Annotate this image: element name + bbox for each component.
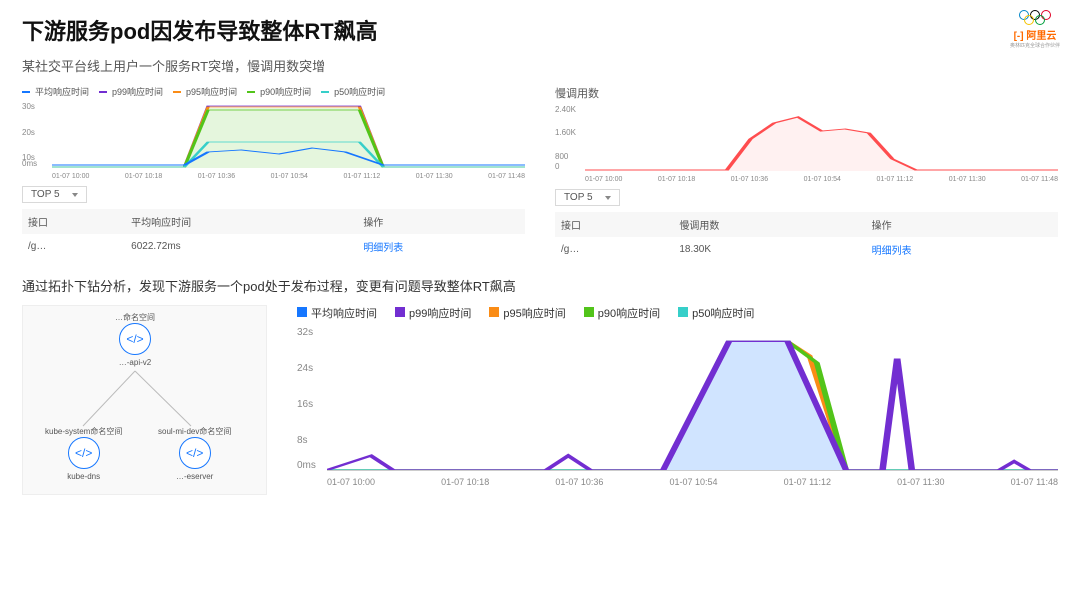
x-tick: 01-07 10:36 <box>555 477 603 487</box>
topo-ns-label: soul-mi-dev命名空间 <box>158 426 231 437</box>
y-tick: 0ms <box>22 159 37 168</box>
olympic-rings-icon <box>1010 15 1060 25</box>
x-tick: 01-07 11:48 <box>1011 477 1058 487</box>
code-icon: </> <box>119 323 151 355</box>
table-row: /g… 18.30K 明细列表 <box>555 237 1058 262</box>
y-tick: 16s <box>297 399 313 410</box>
col-slow-count: 慢调用数 <box>673 212 865 237</box>
x-tick: 01-07 11:48 <box>1021 176 1058 183</box>
legend-p99: p99响应时间 <box>409 308 471 320</box>
y-tick: 30s <box>22 102 35 111</box>
x-tick: 01-07 11:30 <box>949 176 986 183</box>
x-tick: 01-07 11:30 <box>897 477 944 487</box>
y-tick: 0ms <box>297 460 316 471</box>
col-api: 接口 <box>555 212 673 237</box>
x-tick: 01-07 10:00 <box>52 173 89 180</box>
y-tick: 32s <box>297 327 313 338</box>
x-tick: 01-07 10:54 <box>804 176 841 183</box>
table-row: /g… 6022.72ms 明细列表 <box>22 234 525 259</box>
x-tick: 01-07 10:18 <box>658 176 695 183</box>
page-title: 下游服务pod因发布导致整体RT飙高 <box>22 14 1058 46</box>
col-avg-rt: 平均响应时间 <box>125 209 357 234</box>
x-tick: 01-07 10:00 <box>327 477 375 487</box>
select-value: TOP 5 <box>564 192 593 203</box>
topo-node-root[interactable]: …命名空间 </> …-api-v2 <box>115 312 155 367</box>
cell-api: /g… <box>555 237 673 262</box>
rt-legend: 平均响应时间 p99响应时间 p95响应时间 p90响应时间 p50响应时间 <box>22 85 525 98</box>
rt-table: 接口 平均响应时间 操作 /g… 6022.72ms 明细列表 <box>22 209 525 259</box>
topo-node-eserver[interactable]: soul-mi-dev命名空间 </> …-eserver <box>158 426 231 481</box>
pod-rt-panel: 平均响应时间 p99响应时间 p95响应时间 p90响应时间 p50响应时间 3… <box>297 305 1058 495</box>
legend-p50: p50响应时间 <box>692 308 754 320</box>
topo-name-label: kube-dns <box>45 472 122 481</box>
slow-calls-chart: 2.40K 1.60K 800 0 01-07 10:00 01-07 10:1… <box>555 105 1058 183</box>
slow-calls-panel: 慢调用数 2.40K 1.60K 800 0 01-07 10:00 01-07… <box>555 85 1058 262</box>
pod-rt-chart <box>327 327 1058 471</box>
x-tick: 01-07 11:48 <box>488 173 525 180</box>
y-tick: 0 <box>555 162 559 171</box>
legend-p90: p90响应时间 <box>260 85 311 98</box>
aliyun-tagline: 奥林匹克全球合作伙伴 <box>1010 42 1060 49</box>
code-icon: </> <box>68 437 100 469</box>
y-tick: 2.40K <box>555 105 576 114</box>
y-tick: 1.60K <box>555 128 576 137</box>
aliyun-logo: [-] 阿里云 <box>1010 27 1060 42</box>
topo-name-label: …-eserver <box>158 472 231 481</box>
legend-p50: p50响应时间 <box>334 85 385 98</box>
col-api: 接口 <box>22 209 125 234</box>
code-icon: </> <box>179 437 211 469</box>
legend-p99: p99响应时间 <box>112 85 163 98</box>
page-subtitle: 某社交平台线上用户一个服务RT突增，慢调用数突增 <box>22 56 1058 75</box>
col-action: 操作 <box>866 212 1058 237</box>
y-tick: 8s <box>297 435 308 446</box>
x-tick: 01-07 11:30 <box>416 173 453 180</box>
cell-count: 18.30K <box>673 237 865 262</box>
top-n-select-right[interactable]: TOP 5 <box>555 189 620 206</box>
topo-ns-label: …命名空间 <box>115 312 155 323</box>
x-tick: 01-07 11:12 <box>784 477 831 487</box>
x-tick: 01-07 11:12 <box>343 173 380 180</box>
topo-ns-label: kube-system命名空间 <box>45 426 122 437</box>
x-tick: 01-07 10:18 <box>125 173 162 180</box>
topo-node-kube-dns[interactable]: kube-system命名空间 </> kube-dns <box>45 426 122 481</box>
x-tick: 01-07 10:18 <box>441 477 489 487</box>
slow-calls-table: 接口 慢调用数 操作 /g… 18.30K 明细列表 <box>555 212 1058 262</box>
x-tick: 01-07 11:12 <box>876 176 913 183</box>
y-tick: 24s <box>297 363 313 374</box>
cell-rt: 6022.72ms <box>125 234 357 259</box>
chevron-down-icon <box>72 193 78 197</box>
y-tick: 800 <box>555 152 568 161</box>
top-n-select[interactable]: TOP 5 <box>22 186 87 203</box>
x-tick: 01-07 10:54 <box>669 477 717 487</box>
legend-avg-rt: 平均响应时间 <box>311 308 377 320</box>
slow-calls-title: 慢调用数 <box>555 85 1058 101</box>
x-tick: 01-07 10:36 <box>731 176 768 183</box>
rt-chart: 30s 20s 10s 0ms 01-07 10:00 01-07 10:18 <box>22 102 525 180</box>
brand-logo: [-] 阿里云 奥林匹克全球合作伙伴 <box>1010 10 1060 49</box>
legend-p95: p95响应时间 <box>503 308 565 320</box>
legend-p90: p90响应时间 <box>598 308 660 320</box>
x-tick: 01-07 10:36 <box>198 173 235 180</box>
detail-link[interactable]: 明细列表 <box>872 246 912 257</box>
y-tick: 20s <box>22 128 35 137</box>
x-tick: 01-07 10:54 <box>271 173 308 180</box>
topology-diagram: …命名空间 </> …-api-v2 kube-system命名空间 </> k… <box>22 305 267 495</box>
x-tick: 01-07 10:00 <box>585 176 622 183</box>
pod-rt-legend: 平均响应时间 p99响应时间 p95响应时间 p90响应时间 p50响应时间 <box>297 305 1058 321</box>
analysis-text: 通过拓扑下钻分析，发现下游服务一个pod处于发布过程，变更有问题导致整体RT飙高 <box>22 276 1058 295</box>
legend-avg-rt: 平均响应时间 <box>35 85 89 98</box>
cell-api: /g… <box>22 234 125 259</box>
select-value: TOP 5 <box>31 189 60 200</box>
legend-p95: p95响应时间 <box>186 85 237 98</box>
chevron-down-icon <box>605 196 611 200</box>
detail-link[interactable]: 明细列表 <box>363 243 403 254</box>
col-action: 操作 <box>357 209 525 234</box>
response-time-panel: 平均响应时间 p99响应时间 p95响应时间 p90响应时间 p50响应时间 3… <box>22 85 525 262</box>
